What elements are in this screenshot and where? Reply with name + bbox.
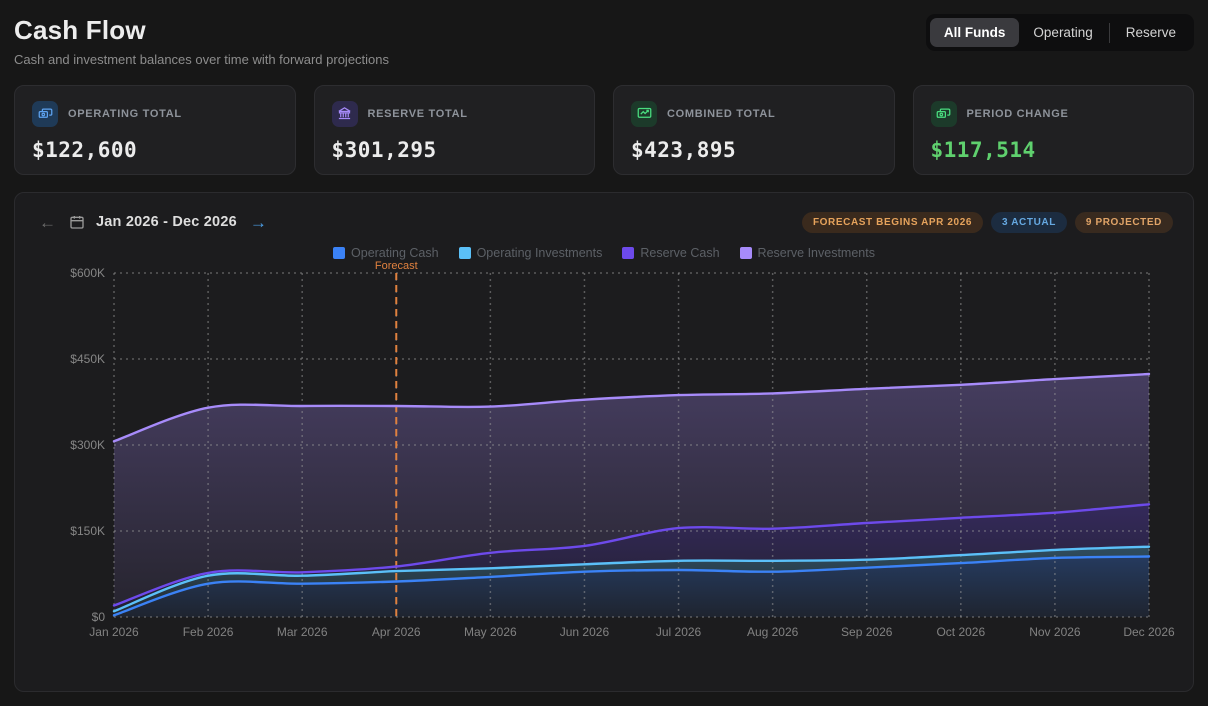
x-axis-label: Jul 2026 [656,625,702,639]
legend-item-reserve-investments[interactable]: Reserve Investments [740,246,875,260]
stat-value: $301,295 [332,138,578,162]
x-axis-label: Jan 2026 [89,625,139,639]
tab-divider [1109,23,1110,43]
prev-period-button[interactable]: ← [37,212,58,233]
banknotes-icon [32,101,58,127]
chart-badges: FORECAST BEGINS APR 2026 3 ACTUAL 9 PROJ… [802,212,1173,233]
legend-item-reserve-cash[interactable]: Reserve Cash [622,246,719,260]
y-axis-label: $150K [70,524,105,538]
x-axis-label: Mar 2026 [277,625,328,639]
forecast-begins-badge: FORECAST BEGINS APR 2026 [802,212,983,233]
page-title: Cash Flow [14,16,389,45]
x-axis-label: Apr 2026 [372,625,421,639]
stat-card-reserve-total: RESERVE TOTAL $301,295 [314,85,596,175]
x-axis-label: Jun 2026 [560,625,610,639]
legend-item-operating-investments[interactable]: Operating Investments [459,246,603,260]
x-axis-label: Aug 2026 [747,625,799,639]
stat-label: COMBINED TOTAL [667,108,775,120]
date-range-nav: ← Jan 2026 - Dec 2026 → [37,212,269,233]
forecast-label: Forecast [375,260,418,272]
fund-tabs: All Funds Operating Reserve [926,14,1194,51]
stat-card-operating-total: OPERATING TOTAL $122,600 [14,85,296,175]
legend-label: Operating Investments [477,246,603,260]
tab-operating[interactable]: Operating [1019,18,1106,47]
y-axis-label: $600K [70,266,105,280]
legend-label: Reserve Cash [640,246,719,260]
legend-swatch [333,247,345,259]
cash-flow-page: Cash Flow Cash and investment balances o… [0,0,1208,692]
stat-card-combined-total: COMBINED TOTAL $423,895 [613,85,895,175]
cash-flow-chart-panel: ← Jan 2026 - Dec 2026 → FORECAST BEGINS … [14,192,1194,692]
y-axis-label: $0 [92,610,106,624]
x-axis-label: Feb 2026 [183,625,234,639]
x-axis-label: May 2026 [464,625,517,639]
stat-card-period-change: PERIOD CHANGE $117,514 [913,85,1195,175]
banknotes-icon [931,101,957,127]
legend-swatch [740,247,752,259]
stat-value: $117,514 [931,138,1177,162]
calendar-icon [69,214,85,230]
chart-header: ← Jan 2026 - Dec 2026 → FORECAST BEGINS … [15,193,1193,233]
legend-item-operating-cash[interactable]: Operating Cash [333,246,439,260]
legend-label: Reserve Investments [758,246,875,260]
y-axis-label: $300K [70,438,105,452]
x-axis-label: Dec 2026 [1123,625,1175,639]
legend-label: Operating Cash [351,246,439,260]
stat-value: $423,895 [631,138,877,162]
stat-label: RESERVE TOTAL [368,108,468,120]
y-axis-label: $450K [70,352,105,366]
legend-swatch [622,247,634,259]
stat-cards: OPERATING TOTAL $122,600 RESERVE TOTAL $… [14,85,1194,175]
stat-label: OPERATING TOTAL [68,108,182,120]
x-axis-label: Nov 2026 [1029,625,1081,639]
chart-legend: Operating Cash Operating Investments Reser… [15,246,1193,260]
next-period-button[interactable]: → [248,212,269,233]
actual-count-badge: 3 ACTUAL [991,212,1067,233]
bank-icon [332,101,358,127]
date-range-label: Jan 2026 - Dec 2026 [96,214,237,230]
cash-flow-area-chart: Forecast $0 $150K $300K $450K $600K Jan 2026 Fe… [15,260,1195,650]
tab-all-funds[interactable]: All Funds [930,18,1020,47]
tab-reserve[interactable]: Reserve [1112,18,1190,47]
title-block: Cash Flow Cash and investment balances o… [14,14,389,67]
stat-label: PERIOD CHANGE [967,108,1069,120]
page-header: Cash Flow Cash and investment balances o… [14,14,1194,67]
stat-value: $122,600 [32,138,278,162]
x-axis-label: Oct 2026 [936,625,985,639]
x-axis-label: Sep 2026 [841,625,893,639]
chart-up-icon [631,101,657,127]
projected-count-badge: 9 PROJECTED [1075,212,1173,233]
legend-swatch [459,247,471,259]
page-subtitle: Cash and investment balances over time w… [14,52,389,67]
